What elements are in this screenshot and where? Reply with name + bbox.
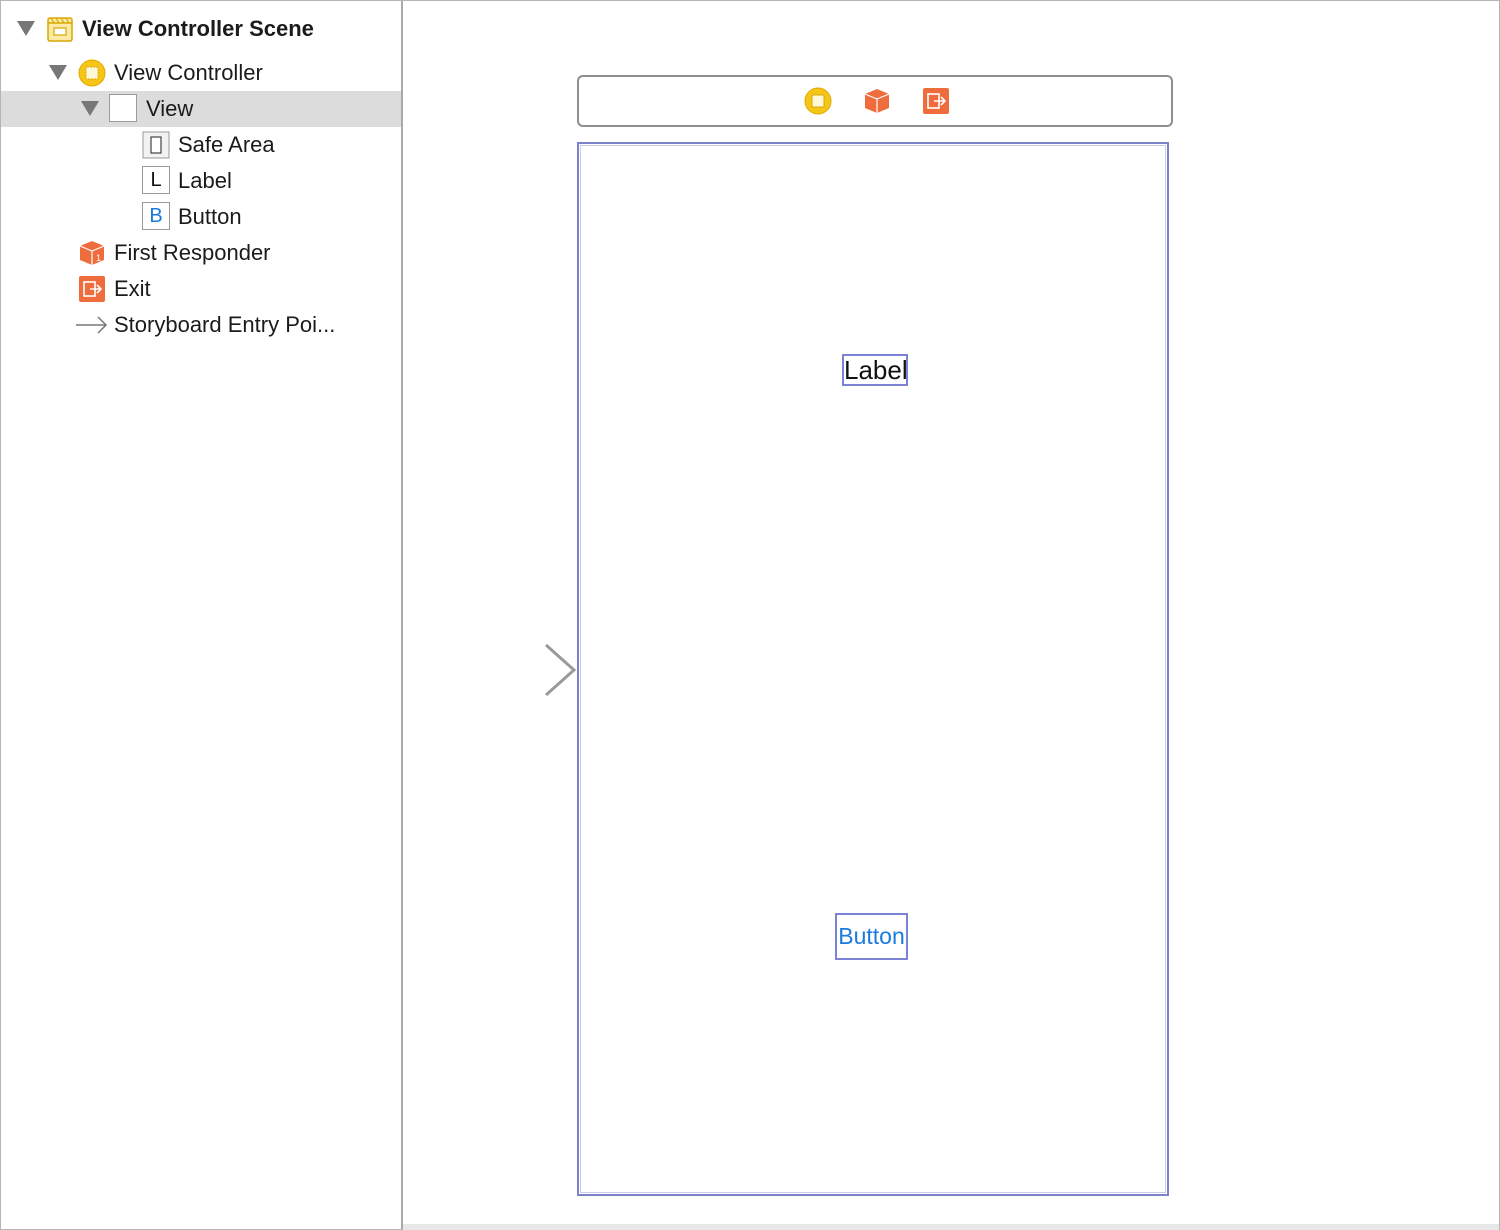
outline-item-button[interactable]: B Button bbox=[1, 199, 401, 235]
view-controller-icon bbox=[78, 59, 106, 87]
disclosure-triangle-icon[interactable] bbox=[49, 65, 67, 80]
exit-icon[interactable] bbox=[922, 87, 950, 115]
label-icon: L bbox=[142, 166, 170, 194]
outline-item-view-controller[interactable]: View Controller bbox=[1, 55, 401, 91]
disclosure-triangle-icon[interactable] bbox=[17, 21, 35, 36]
canvas-bottom-bar bbox=[403, 1224, 1499, 1230]
first-responder-icon[interactable] bbox=[863, 87, 891, 115]
entry-arrow-icon bbox=[76, 316, 108, 334]
storyboard-canvas[interactable]: Label Button bbox=[403, 1, 1499, 1229]
outline-item-label: Safe Area bbox=[178, 132, 275, 157]
outline-item-entry-point[interactable]: Storyboard Entry Poi... bbox=[1, 307, 401, 343]
exit-icon bbox=[79, 276, 105, 302]
scene-dock bbox=[577, 75, 1173, 127]
outline-item-label: View bbox=[146, 96, 194, 121]
disclosure-triangle-icon[interactable] bbox=[81, 101, 99, 116]
outline-item-safe-area[interactable]: Safe Area bbox=[1, 127, 401, 163]
scene-icon bbox=[47, 17, 73, 42]
outline-item-scene[interactable]: View Controller Scene bbox=[1, 11, 401, 47]
storyboard-entry-arrow[interactable] bbox=[421, 641, 581, 701]
outline-item-label: View Controller bbox=[114, 60, 263, 85]
view-controller-frame[interactable]: Label Button bbox=[577, 142, 1169, 1196]
outline-item-label-element[interactable]: L Label bbox=[1, 163, 401, 199]
outline-item-exit[interactable]: Exit bbox=[1, 271, 401, 307]
button-icon: B bbox=[142, 202, 170, 230]
outline-item-label: Button bbox=[178, 204, 242, 229]
first-responder-icon: 1 bbox=[79, 241, 105, 265]
outline-item-label: Exit bbox=[114, 276, 151, 301]
outline-item-label: Label bbox=[178, 168, 232, 193]
outline-item-label: First Responder bbox=[114, 240, 271, 265]
document-outline: View Controller Scene View Controller Vi… bbox=[1, 1, 403, 1229]
outline-item-label: View Controller Scene bbox=[82, 16, 314, 41]
canvas-label[interactable]: Label bbox=[842, 354, 908, 386]
view-icon bbox=[109, 94, 137, 122]
svg-text:1: 1 bbox=[96, 253, 101, 263]
outline-item-first-responder[interactable]: 1 First Responder bbox=[1, 235, 401, 271]
canvas-button[interactable]: Button bbox=[835, 913, 908, 960]
view-controller-icon[interactable] bbox=[804, 87, 832, 115]
safe-area-icon bbox=[142, 131, 170, 159]
outline-item-view[interactable]: View bbox=[1, 91, 401, 127]
outline-item-label: Storyboard Entry Poi... bbox=[114, 312, 336, 337]
